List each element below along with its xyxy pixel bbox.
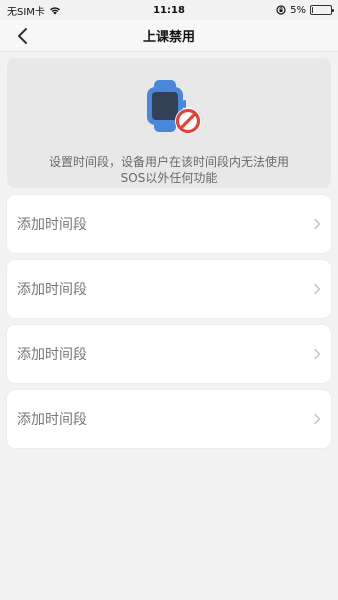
nav-bar: 上课禁用 [0,20,338,52]
add-time-slot-label: 添加时间段 [17,282,87,298]
info-card: 设置时间段，设备用户在该时间段内无法使用 SOS以外任何功能 [7,58,331,188]
back-button[interactable] [10,24,34,48]
page-title: 上课禁用 [142,30,195,45]
chevron-right-icon [311,282,323,296]
status-right: 5% [276,4,334,16]
status-bar: 无SIM卡 11:18 5% [0,0,338,20]
wifi-icon [49,6,60,14]
chevron-right-icon [311,217,323,231]
add-time-slot-row[interactable]: 添加时间段 [7,260,331,318]
chevron-right-icon [311,347,323,361]
battery-percent: 5% [290,4,306,16]
add-time-slot-label: 添加时间段 [17,347,87,363]
rotation-lock-icon [276,5,286,15]
add-time-slot-label: 添加时间段 [17,217,87,233]
info-description: 设置时间段，设备用户在该时间段内无法使用 SOS以外任何功能 [17,154,321,186]
add-time-slot-row[interactable]: 添加时间段 [7,195,331,253]
add-time-slot-label: 添加时间段 [17,412,87,428]
battery-fill [312,7,313,13]
battery-icon [310,5,334,15]
watch-prohibited-icon [147,80,201,134]
info-description-line2: SOS以外任何功能 [120,171,218,185]
status-left: 无SIM卡 [7,3,61,18]
time-slot-list: 添加时间段 添加时间段 添加时间段 添加时间段 [7,195,331,455]
add-time-slot-row[interactable]: 添加时间段 [7,390,331,448]
chevron-left-icon [18,28,27,44]
carrier-label: 无SIM卡 [7,6,45,18]
add-time-slot-row[interactable]: 添加时间段 [7,325,331,383]
chevron-right-icon [311,412,323,426]
info-description-line1: 设置时间段，设备用户在该时间段内无法使用 [48,155,289,169]
